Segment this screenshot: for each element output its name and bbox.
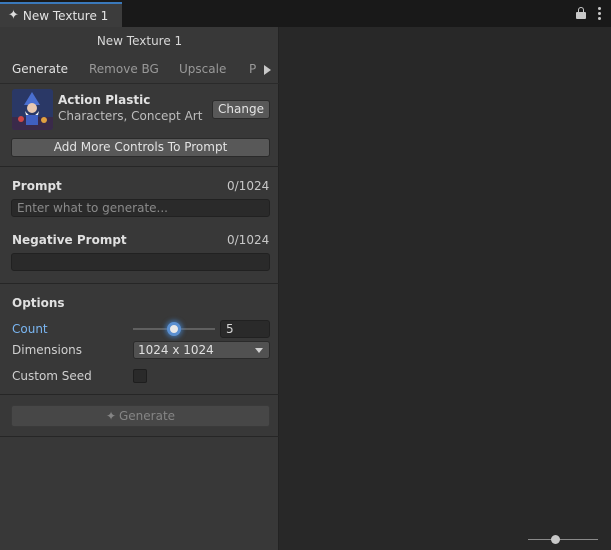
preview-canvas — [280, 27, 611, 550]
tab-new-texture[interactable]: ✦ New Texture 1 — [0, 2, 122, 27]
prompt-counter: 0/1024 — [227, 179, 270, 193]
tab-remove-bg[interactable]: Remove BG — [89, 62, 159, 76]
dimensions-label: Dimensions — [12, 343, 83, 357]
model-thumbnail — [12, 89, 53, 130]
model-tags: Characters, Concept Art — [58, 109, 203, 123]
dimensions-dropdown[interactable]: 1024 x 1024 — [133, 341, 270, 359]
panel-title: New Texture 1 — [96, 34, 183, 48]
tab-truncated[interactable]: P — [249, 62, 256, 76]
negative-prompt-label: Negative Prompt — [12, 233, 127, 247]
count-slider-handle[interactable] — [167, 322, 181, 336]
divider — [0, 283, 279, 284]
generate-button[interactable]: ✦ Generate — [11, 405, 270, 427]
zoom-slider-handle[interactable] — [551, 535, 560, 544]
tab-generate[interactable]: Generate — [12, 62, 68, 76]
add-more-controls-button[interactable]: Add More Controls To Prompt — [11, 138, 270, 157]
kebab-menu-icon[interactable] — [598, 6, 601, 20]
sparkle-icon: ✦ — [8, 8, 19, 23]
sparkle-icon: ✦ — [105, 409, 116, 423]
dimensions-value: 1024 x 1024 — [138, 343, 214, 357]
tab-scroll-right-icon[interactable] — [264, 65, 271, 75]
tab-title: New Texture 1 — [22, 8, 109, 23]
negative-prompt-input[interactable] — [11, 253, 270, 271]
custom-seed-label: Custom Seed — [12, 369, 92, 383]
negative-prompt-counter: 0/1024 — [227, 233, 270, 247]
change-model-button[interactable]: Change — [212, 100, 270, 119]
custom-seed-checkbox[interactable] — [133, 369, 147, 383]
count-label: Count — [12, 322, 48, 336]
generate-button-label: Generate — [119, 409, 176, 423]
lock-icon[interactable] — [576, 7, 586, 19]
tab-bar-actions — [576, 6, 601, 20]
divider — [0, 166, 279, 167]
subtab-bar: Generate Remove BG Upscale P — [0, 60, 279, 84]
prompt-input[interactable]: Enter what to generate... — [11, 199, 270, 217]
chevron-down-icon — [255, 348, 263, 353]
divider — [0, 436, 279, 437]
count-input[interactable]: 5 — [220, 320, 270, 338]
zoom-slider-track[interactable] — [528, 539, 598, 540]
tab-upscale[interactable]: Upscale — [179, 62, 226, 76]
options-heading: Options — [12, 296, 65, 310]
divider — [0, 394, 279, 395]
editor-tab-bar: ✦ New Texture 1 — [0, 0, 611, 27]
prompt-label: Prompt — [12, 179, 62, 193]
generator-panel: New Texture 1 Generate Remove BG Upscale… — [0, 27, 279, 550]
model-name: Action Plastic — [58, 93, 151, 107]
